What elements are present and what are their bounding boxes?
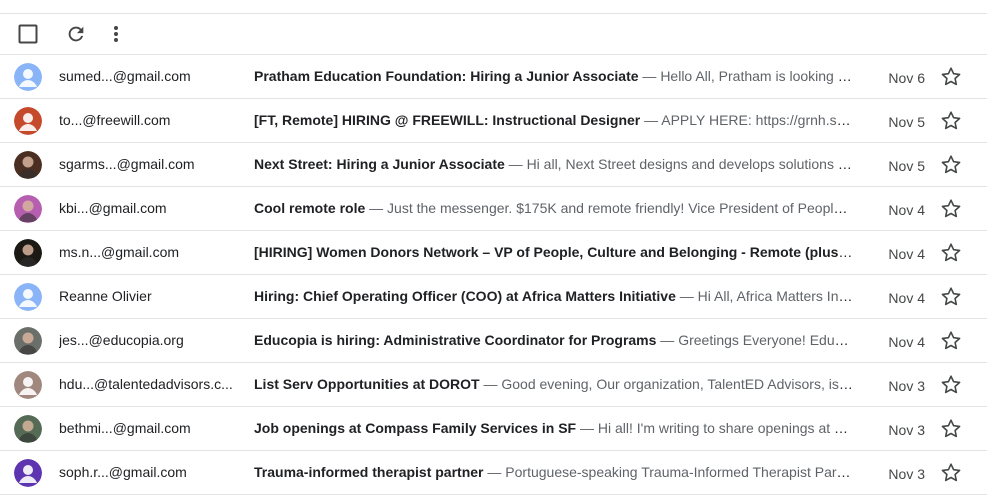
star-icon[interactable]: [939, 109, 963, 133]
star-icon[interactable]: [939, 153, 963, 177]
email-sender: jes...@educopia.org: [59, 332, 184, 348]
star-icon[interactable]: [939, 285, 963, 309]
email-date: Nov 3: [888, 422, 925, 438]
more-options-button[interactable]: [96, 14, 136, 54]
star-icon[interactable]: [939, 197, 963, 221]
toolbar: [0, 14, 987, 54]
email-row[interactable]: kbi...@gmail.com Cool remote role — Just …: [0, 186, 987, 230]
email-snippet: Hello All, Pratham is looking for s...: [660, 68, 854, 84]
photo-avatar-icon: [14, 239, 42, 267]
star-icon[interactable]: [939, 65, 963, 89]
photo-avatar-icon: [14, 327, 42, 355]
email-row[interactable]: sgarms...@gmail.com Next Street: Hiring a…: [0, 142, 987, 186]
email-snippet: APPLY HERE: https://grnh.se/766...: [661, 112, 854, 128]
default-avatar-icon: [14, 107, 42, 135]
email-snippet: Hi all! I'm writing to share openings at…: [597, 420, 854, 436]
snippet-separator: —: [479, 376, 502, 392]
default-avatar-icon: [14, 283, 42, 311]
email-subject: Trauma-informed therapist partner: [254, 464, 484, 480]
email-content: List Serv Opportunities at DOROT — Good …: [254, 363, 854, 406]
snippet-separator: —: [504, 156, 527, 172]
email-content: Educopia is hiring: Administrative Coord…: [254, 319, 854, 362]
email-content: Pratham Education Foundation: Hiring a J…: [254, 55, 854, 98]
email-sender: ms.n...@gmail.com: [59, 244, 180, 260]
email-date: Nov 4: [888, 290, 925, 306]
email-content: Trauma-informed therapist partner — Port…: [254, 451, 854, 494]
photo-avatar-icon: [14, 151, 42, 179]
email-row[interactable]: soph.r...@gmail.com Trauma-informed thera…: [0, 450, 987, 495]
email-snippet: Hi All, Africa Matters Initiat...: [697, 288, 854, 304]
snippet-separator: —: [675, 288, 698, 304]
email-subject: Hiring: Chief Operating Officer (COO) at…: [254, 288, 676, 304]
email-row[interactable]: bethmi...@gmail.com Job openings at Compa…: [0, 406, 987, 450]
email-snippet: Just the messenger. $175K and remote fri…: [387, 200, 854, 216]
email-sender: hdu...@talentedadvisors.c...: [59, 376, 233, 392]
star-icon[interactable]: [939, 329, 963, 353]
star-icon[interactable]: [939, 373, 963, 397]
email-sender: soph.r...@gmail.com: [59, 464, 187, 480]
refresh-button[interactable]: [56, 14, 96, 54]
select-all-checkbox[interactable]: [8, 14, 48, 54]
email-sender: to...@freewill.com: [59, 112, 171, 128]
email-list: sumed...@gmail.com Pratham Education Foun…: [0, 54, 987, 495]
email-subject: Educopia is hiring: Administrative Coord…: [254, 332, 657, 348]
email-subject: Pratham Education Foundation: Hiring a J…: [254, 68, 639, 84]
email-subject: Cool remote role: [254, 200, 366, 216]
email-subject: Next Street: Hiring a Junior Associate: [254, 156, 505, 172]
email-content: [HIRING] Women Donors Network – VP of Pe…: [254, 231, 854, 274]
email-subject: List Serv Opportunities at DOROT: [254, 376, 480, 392]
checkbox-icon: [18, 24, 38, 44]
default-avatar-icon: [14, 371, 42, 399]
email-sender: bethmi...@gmail.com: [59, 420, 191, 436]
email-date: Nov 3: [888, 466, 925, 482]
email-row[interactable]: to...@freewill.com [FT, Remote] HIRING @ …: [0, 98, 987, 142]
email-date: Nov 4: [888, 334, 925, 350]
star-icon[interactable]: [939, 241, 963, 265]
email-row[interactable]: jes...@educopia.org Educopia is hiring: A…: [0, 318, 987, 362]
email-content: Hiring: Chief Operating Officer (COO) at…: [254, 275, 854, 318]
email-subject: [HIRING] Women Donors Network – VP of Pe…: [254, 244, 854, 260]
email-date: Nov 5: [888, 158, 925, 174]
email-snippet: Hi all, Next Street designs and develops…: [526, 156, 854, 172]
email-date: Nov 4: [888, 202, 925, 218]
email-sender: sumed...@gmail.com: [59, 68, 191, 84]
email-content: [FT, Remote] HIRING @ FREEWILL: Instruct…: [254, 99, 854, 142]
email-row[interactable]: Reanne Olivier Hiring: Chief Operating Of…: [0, 274, 987, 318]
photo-avatar-icon: [14, 415, 42, 443]
email-row[interactable]: sumed...@gmail.com Pratham Education Foun…: [0, 54, 987, 98]
email-row[interactable]: ms.n...@gmail.com [HIRING] Women Donors N…: [0, 230, 987, 274]
email-sender: Reanne Olivier: [59, 288, 152, 304]
snippet-separator: —: [483, 464, 506, 480]
email-content: Job openings at Compass Family Services …: [254, 407, 854, 450]
email-content: Next Street: Hiring a Junior Associate —…: [254, 143, 854, 186]
star-icon[interactable]: [939, 461, 963, 485]
snippet-separator: —: [656, 332, 679, 348]
email-sender: sgarms...@gmail.com: [59, 156, 195, 172]
email-subject: Job openings at Compass Family Services …: [254, 420, 577, 436]
email-date: Nov 4: [888, 246, 925, 262]
email-date: Nov 3: [888, 378, 925, 394]
snippet-separator: —: [576, 420, 598, 436]
email-snippet: Greetings Everyone! Educopia I...: [678, 332, 854, 348]
email-snippet: Good evening, Our organization, TalentED…: [501, 376, 854, 392]
email-date: Nov 5: [888, 114, 925, 130]
email-sender: kbi...@gmail.com: [59, 200, 167, 216]
email-content: Cool remote role — Just the messenger. $…: [254, 187, 854, 230]
star-icon[interactable]: [939, 417, 963, 441]
photo-avatar-icon: [14, 195, 42, 223]
right-edge: [987, 14, 1005, 497]
snippet-separator: —: [640, 112, 662, 128]
snippet-separator: —: [365, 200, 388, 216]
email-subject: [FT, Remote] HIRING @ FREEWILL: Instruct…: [254, 112, 641, 128]
default-avatar-icon: [14, 63, 42, 91]
snippet-separator: —: [638, 68, 661, 84]
email-date: Nov 6: [888, 70, 925, 86]
default-avatar-icon: [14, 459, 42, 487]
more-vert-icon: [114, 26, 118, 42]
email-row[interactable]: hdu...@talentedadvisors.c... List Serv Op…: [0, 362, 987, 406]
refresh-icon: [68, 26, 84, 42]
email-snippet: Portuguese-speaking Trauma-Informed Ther…: [505, 464, 854, 480]
